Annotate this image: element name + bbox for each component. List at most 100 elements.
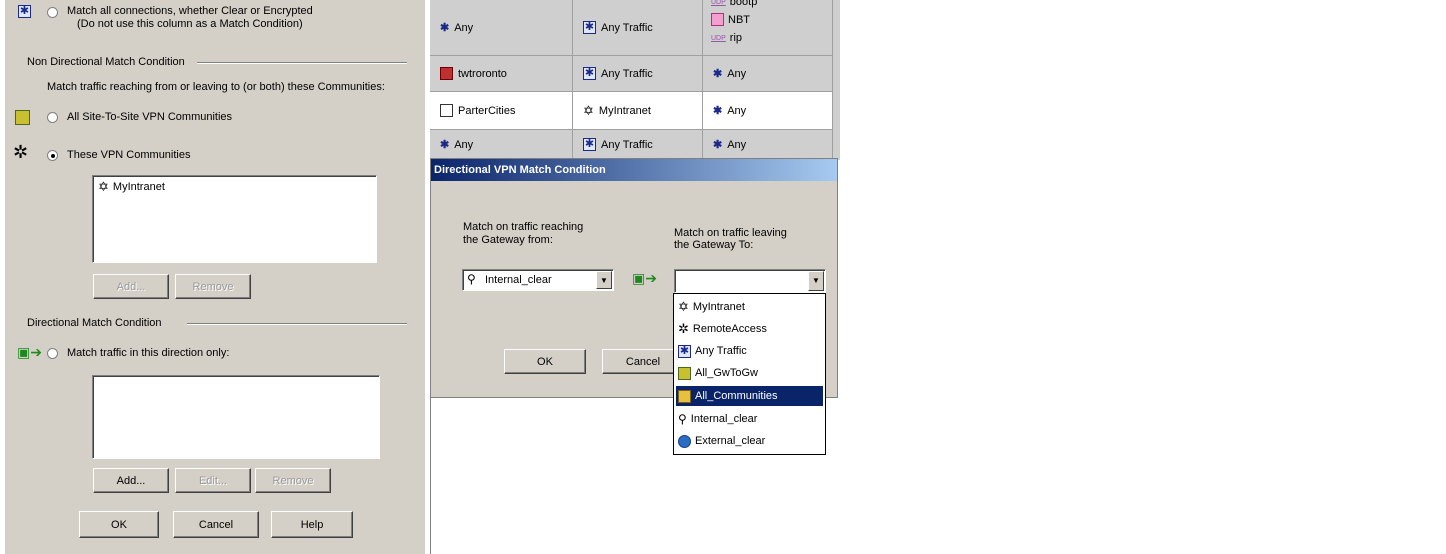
table-cell[interactable]: ✱ Any bbox=[703, 130, 833, 160]
table-cell[interactable]: ✱ Any Traffic bbox=[573, 130, 703, 160]
cell-text: Any bbox=[454, 21, 474, 34]
dropdown-option-any-traffic[interactable]: ✱ Any Traffic bbox=[676, 341, 823, 361]
udp-icon: UDP bbox=[711, 0, 726, 6]
any-traffic-icon: ✱ bbox=[678, 344, 691, 358]
directions-list[interactable] bbox=[92, 375, 380, 459]
cell-text: Any Traffic bbox=[601, 138, 653, 151]
lock-icon bbox=[678, 389, 691, 403]
cell-text: MyIntranet bbox=[598, 104, 651, 117]
all-gw-to-gw-icon bbox=[678, 366, 691, 380]
direction-arrow-icon: ▣➔ bbox=[632, 270, 657, 286]
remove-button[interactable]: Remove bbox=[175, 274, 251, 299]
any-traffic-icon: ✱ bbox=[583, 67, 596, 80]
internal-clear-icon: ⚲ bbox=[467, 272, 476, 286]
cell-text: bootp bbox=[729, 0, 758, 8]
ok-button[interactable]: OK bbox=[504, 349, 586, 374]
option-label: External_clear bbox=[695, 435, 766, 447]
cell-text: Any bbox=[454, 138, 474, 151]
cell-text: Any bbox=[727, 104, 747, 117]
service-item: UDP rip bbox=[711, 32, 742, 44]
dropdown-option-myintranet[interactable]: ✡ MyIntranet bbox=[676, 297, 823, 317]
cell-text: Any bbox=[727, 67, 747, 80]
dropdown-option-all-gwtogw[interactable]: All_GwToGw bbox=[676, 363, 823, 383]
dropdown-option-all-communities[interactable]: All_Communities bbox=[676, 386, 823, 406]
table-cell[interactable]: ✱ Any bbox=[703, 92, 833, 130]
gateway-icon bbox=[440, 67, 453, 80]
service-item: NBT bbox=[711, 13, 750, 26]
any-icon: ✱ bbox=[713, 105, 723, 117]
to-dropdown-list[interactable]: ✡ MyIntranet ✲ RemoteAccess ✱ Any Traffic A… bbox=[673, 293, 826, 455]
all-s2s-label: All Site-To-Site VPN Communities bbox=[67, 111, 233, 123]
from-label: Match on traffic reaching bbox=[463, 221, 584, 233]
direction-only-label: Match traffic in this direction only: bbox=[67, 347, 230, 359]
table-cell[interactable]: ✱ Any bbox=[703, 56, 833, 92]
cell-text: NBT bbox=[728, 13, 750, 26]
table-cell[interactable]: twtroronto bbox=[430, 56, 573, 92]
all-gw-to-gw-icon bbox=[15, 110, 30, 125]
any-traffic-icon: ✱ bbox=[583, 21, 596, 34]
any-icon: ✱ bbox=[440, 139, 450, 151]
to-combobox[interactable]: ▼ bbox=[674, 269, 826, 293]
dialog-title: Directional VPN Match Condition bbox=[431, 159, 837, 181]
star-mesh-icon: ✡ bbox=[98, 179, 109, 194]
help-button[interactable]: Help bbox=[271, 511, 353, 538]
direction-only-radio[interactable] bbox=[47, 348, 58, 359]
table-cell[interactable]: ✱ Any bbox=[430, 0, 573, 56]
option-label: Internal_clear bbox=[690, 413, 758, 425]
any-traffic-icon: ✱ bbox=[18, 5, 31, 18]
list-item-label: MyIntranet bbox=[112, 181, 165, 193]
option-label: MyIntranet bbox=[692, 301, 745, 313]
table-cell[interactable]: ParterCities bbox=[430, 92, 573, 130]
cell-text: Any Traffic bbox=[601, 67, 653, 80]
rule-table: ✱ Any ✱ Any Traffic UDP bootp NBT UDP rip tw… bbox=[430, 0, 840, 160]
nbt-group-icon bbox=[711, 13, 724, 26]
dropdown-option-external-clear[interactable]: External_clear bbox=[676, 431, 823, 451]
communities-list[interactable]: ✡ MyIntranet bbox=[92, 175, 377, 263]
internal-clear-icon: ⚲ bbox=[678, 412, 687, 426]
dropdown-option-internal-clear[interactable]: ⚲ Internal_clear bbox=[676, 409, 823, 429]
table-cell[interactable]: ✱ Any bbox=[430, 130, 573, 160]
option-label: RemoteAccess bbox=[692, 323, 767, 335]
these-vpn-radio[interactable] bbox=[47, 150, 58, 161]
list-item[interactable]: ✡ MyIntranet bbox=[98, 179, 165, 195]
add-button[interactable]: Add... bbox=[93, 274, 169, 299]
all-s2s-radio[interactable] bbox=[47, 112, 58, 123]
cancel-button[interactable]: Cancel bbox=[602, 349, 684, 374]
these-vpn-label: These VPN Communities bbox=[67, 149, 191, 161]
table-cell[interactable]: UDP bootp NBT UDP rip bbox=[703, 0, 833, 56]
ok-button[interactable]: OK bbox=[79, 511, 159, 538]
from-label-2: the Gateway from: bbox=[463, 234, 553, 246]
any-traffic-icon: ✱ bbox=[583, 138, 596, 151]
chevron-down-icon[interactable]: ▼ bbox=[808, 271, 824, 291]
from-combobox[interactable]: ⚲ Internal_clear ▼ bbox=[462, 269, 614, 291]
vpn-community-icon: ✲ bbox=[13, 142, 29, 162]
edit-button[interactable]: Edit... bbox=[175, 468, 251, 493]
chevron-down-icon[interactable]: ▼ bbox=[596, 271, 612, 289]
add-direction-button[interactable]: Add... bbox=[93, 468, 169, 493]
table-cell[interactable]: ✱ Any Traffic bbox=[573, 0, 703, 56]
cell-text: Any Traffic bbox=[601, 21, 653, 34]
table-cell[interactable]: ✡ MyIntranet bbox=[573, 92, 703, 130]
from-value: Internal_clear bbox=[485, 274, 552, 286]
any-icon: ✱ bbox=[440, 22, 450, 34]
udp-icon: UDP bbox=[711, 34, 726, 42]
table-cell[interactable]: ✱ Any Traffic bbox=[573, 56, 703, 92]
dropdown-option-remoteaccess[interactable]: ✲ RemoteAccess bbox=[676, 319, 823, 339]
to-label-2: the Gateway To: bbox=[674, 239, 754, 251]
service-item: UDP bootp bbox=[711, 0, 757, 8]
directional-header: Directional Match Condition bbox=[27, 317, 162, 329]
cancel-button[interactable]: Cancel bbox=[173, 511, 259, 538]
star-mesh-icon: ✡ bbox=[678, 299, 689, 314]
cell-text: twtroronto bbox=[458, 67, 507, 80]
match-all-label: Match all connections, whether Clear or … bbox=[67, 5, 313, 17]
non-directional-header: Non Directional Match Condition bbox=[27, 56, 185, 68]
any-icon: ✱ bbox=[713, 68, 723, 80]
star-mesh-icon: ✡ bbox=[583, 102, 594, 118]
remove-direction-button[interactable]: Remove bbox=[255, 468, 331, 493]
group-icon bbox=[440, 104, 453, 117]
option-label: Any Traffic bbox=[695, 345, 747, 357]
match-all-radio[interactable] bbox=[47, 7, 58, 18]
separator bbox=[197, 62, 407, 64]
option-label: All_Communities bbox=[695, 390, 778, 402]
to-label: Match on traffic leaving bbox=[674, 227, 787, 239]
